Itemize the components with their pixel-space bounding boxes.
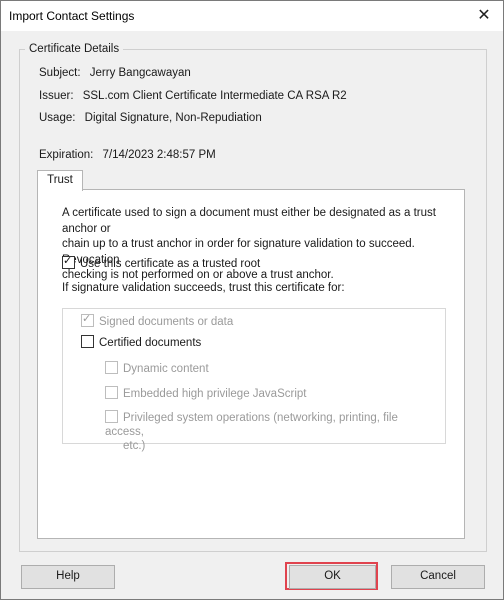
import-contact-settings-dialog: Import Contact Settings ✕ Certificate De… (0, 0, 504, 600)
expiration-row: Expiration: 7/14/2023 2:48:57 PM (39, 149, 216, 161)
certified-documents-label: Certified documents (99, 337, 202, 349)
dynamic-content-label: Dynamic content (123, 363, 209, 375)
subject-label: Subject: (39, 67, 81, 79)
tab-trust[interactable]: Trust (37, 170, 83, 191)
signed-documents-checkbox: Signed documents or data (81, 312, 234, 328)
use-trusted-root-checkbox[interactable]: Use this certificate as a trusted root (62, 254, 261, 270)
privileged-ops-label-cont: etc.) (123, 440, 146, 452)
signed-documents-label: Signed documents or data (99, 316, 234, 328)
usage-value: Digital Signature, Non-Repudiation (84, 112, 262, 124)
checkbox-checked-disabled-icon (81, 312, 94, 327)
close-icon[interactable]: ✕ (473, 5, 495, 27)
trust-tab-panel: A certificate used to sign a document mu… (37, 189, 465, 539)
ok-button[interactable]: OK (289, 565, 376, 589)
title-bar: Import Contact Settings ✕ (1, 1, 503, 31)
usage-label: Usage: (39, 112, 76, 124)
dialog-title: Import Contact Settings (9, 9, 135, 23)
dynamic-content-checkbox: Dynamic content (105, 361, 209, 375)
subject-row: Subject: Jerry Bangcawayan (39, 67, 191, 79)
certified-documents-checkbox[interactable]: Certified documents (81, 335, 201, 349)
privileged-ops-checkbox: Privileged system operations (networking… (105, 410, 435, 453)
usage-row: Usage: Digital Signature, Non-Repudiatio… (39, 112, 262, 124)
checkbox-disabled-icon (105, 386, 118, 399)
expiration-label: Expiration: (39, 149, 94, 161)
cancel-button[interactable]: Cancel (391, 565, 485, 589)
checkbox-disabled-icon (105, 361, 118, 374)
checkbox-unchecked-icon[interactable] (81, 335, 94, 348)
help-button[interactable]: Help (21, 565, 115, 589)
trust-options-box: Signed documents or data Certified docum… (62, 308, 446, 452)
embedded-js-label: Embedded high privilege JavaScript (123, 388, 307, 400)
subject-value: Jerry Bangcawayan (89, 67, 191, 79)
expiration-value: 7/14/2023 2:48:57 PM (102, 149, 216, 161)
embedded-js-checkbox: Embedded high privilege JavaScript (105, 386, 306, 400)
trust-description-line: A certificate used to sign a document mu… (62, 207, 436, 235)
privileged-ops-label: Privileged system operations (networking… (105, 412, 398, 438)
trust-description: A certificate used to sign a document mu… (62, 206, 447, 284)
issuer-value: SSL.com Client Certificate Intermediate … (82, 90, 347, 102)
checkbox-checked-icon[interactable] (62, 254, 75, 269)
issuer-label: Issuer: (39, 90, 74, 102)
use-trusted-root-label: Use this certificate as a trusted root (80, 258, 261, 270)
checkbox-disabled-icon (105, 410, 118, 423)
if-validation-label: If signature validation succeeds, trust … (62, 282, 345, 294)
certificate-details-legend: Certificate Details (25, 43, 124, 55)
issuer-row: Issuer: SSL.com Client Certificate Inter… (39, 90, 347, 102)
